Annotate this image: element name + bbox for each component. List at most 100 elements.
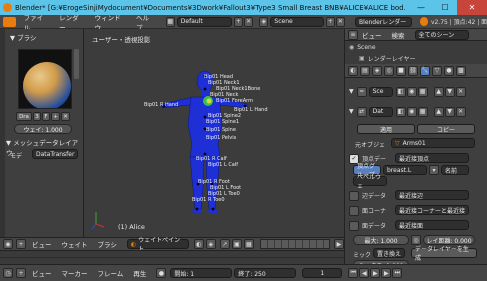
vertex-group-selector[interactable]: breast.L [383,165,427,175]
timeline-view-menu[interactable]: ビュー [32,268,52,278]
pivot-point-icon[interactable]: ◈ [205,239,216,249]
corner-data-row[interactable]: 面コーナ [349,205,386,216]
brush-name-field[interactable]: Dra [16,112,32,121]
face-mask-icon[interactable]: ▣ [231,239,242,249]
modifier-down-icon[interactable]: ▼ [444,86,455,97]
layers-tab-icon[interactable]: ▤ [360,65,370,76]
source-object-field[interactable]: ▽ Arms01 [391,138,475,148]
modifier-camera-icon[interactable]: ◧ [395,106,406,117]
viewport-weight-menu[interactable]: ウェイト [62,239,88,249]
layout-selector[interactable]: Default [176,16,232,27]
viewport-editor-icon[interactable]: ◉ [3,239,13,249]
vertex-group-arrow-icon[interactable]: ▾ [429,165,439,175]
data-tab-icon[interactable]: ▽ [432,65,442,76]
world-tab-icon[interactable]: ◎ [384,65,394,76]
start-frame-field[interactable]: 開始: 1 [170,268,233,278]
brush-remove-button[interactable]: ✕ [61,112,70,121]
outliner-layer-row[interactable]: ▣ レンダーレイヤー [359,54,416,63]
current-frame-field[interactable]: 1 [302,268,343,278]
scene-remove-button[interactable]: ✕ [335,16,346,27]
close-button[interactable]: ✕ [457,0,487,15]
apply-button[interactable]: 適用 [357,124,415,134]
scene-selector[interactable]: Scene [270,16,324,27]
modifier-eye-icon[interactable]: ◉ [406,86,417,97]
next-keyframe-icon[interactable]: ▶ [381,268,392,278]
generate-data-layers-button[interactable]: データレイヤーを生成 [411,246,477,262]
vertex-mapping-selector[interactable]: 最近接頂点 [395,153,469,163]
constraints-tab-icon[interactable]: ⛓ [408,65,418,76]
modifiers-tab-icon[interactable]: 🔧 [420,65,430,76]
modifier-name-field[interactable]: Sce [368,86,393,97]
timeline-frame-menu[interactable]: フレーム [98,268,124,278]
material-tab-icon[interactable]: ● [444,65,454,76]
jump-end-icon[interactable]: ⏭ [392,268,403,278]
brush-users-count[interactable]: 3 [33,112,41,121]
modifier-up-icon[interactable]: ▲ [433,86,444,97]
brush-preview-scrollbar[interactable] [74,49,79,79]
mode-selector[interactable]: DataTransfer [32,149,78,159]
viewport-shading-icon[interactable]: ◐ [193,239,204,249]
vertex-mask-icon[interactable]: ▦ [243,239,254,249]
timeline-ruler[interactable] [0,250,344,264]
outliner-editor-icon[interactable]: ≡ [348,29,358,40]
bevel-weight-tab[interactable]: ベベルウェ [353,174,387,190]
modifier-close-icon[interactable]: ✕ [455,86,466,97]
outliner-filter-selector[interactable]: 全てのシーン [414,29,469,40]
modifier-editmode-icon[interactable]: ▦ [417,106,428,117]
scene-add-button[interactable]: + [325,16,335,27]
face-data-checkbox[interactable] [349,220,359,231]
character-mesh[interactable] [84,29,344,237]
texture-tab-icon[interactable]: ▩ [456,65,466,76]
render-preview-icon[interactable]: ▶ [333,239,344,249]
brush-fake-user-button[interactable]: F [42,112,50,121]
viewport-brush-menu[interactable]: ブラシ [98,239,117,249]
modifier-row-2[interactable]: ▼ ⇄ Dat ◧ ◉ ▦ ▲ ▼ ✕ [349,106,485,117]
weight-slider[interactable]: ウェイ: 1.000 [14,124,72,134]
layout-remove-button[interactable]: ✕ [243,16,254,27]
viewport-view-menu[interactable]: ビュー [32,239,52,249]
modifier-row-1[interactable]: ▼ ≈ Sce ◧ ◉ ▦ ▲ ▼ ✕ [349,86,485,97]
modifier-editmode-icon[interactable]: ▦ [417,86,428,97]
maximize-button[interactable]: ☐ [433,0,457,15]
mix-mode-selector[interactable]: 置き換え [373,248,405,258]
play-icon[interactable]: ▶ [370,268,381,278]
timeline-collapse-icon[interactable]: + [16,268,26,278]
info-editor-icon[interactable] [3,16,16,27]
layer-buttons[interactable] [259,239,330,249]
3d-viewport[interactable]: ユーザー・透視投影 Bip01 Head Bip01 Neck1 Bip01 N… [84,29,344,237]
timeline-playback-menu[interactable]: 再生 [133,268,146,278]
outliner-view-menu[interactable]: ビュー [362,30,382,40]
minimize-button[interactable]: — [409,0,433,15]
face-data-row[interactable]: 面データ [349,220,386,231]
scene-tab-icon[interactable]: ◈ [372,65,382,76]
copy-button[interactable]: コピー [417,124,475,134]
brush-panel-header[interactable]: ▼ ブラシ [10,32,36,42]
modifier-down-icon[interactable]: ▼ [444,106,455,117]
modifier-eye-icon[interactable]: ◉ [406,106,417,117]
modifier-close-icon[interactable]: ✕ [455,106,466,117]
modifier-name-field[interactable]: Dat [368,106,393,117]
edge-data-checkbox[interactable] [349,190,359,201]
brush-add-button[interactable]: + [51,112,60,121]
face-mapping-selector[interactable]: 最近接面 [395,220,469,230]
prev-keyframe-icon[interactable]: ◀ [359,268,370,278]
edge-data-row[interactable]: 辺データ [349,190,386,201]
corner-mapping-selector[interactable]: 最近接コーナーと最近接 [395,205,469,215]
manipulator-icon[interactable]: ↗ [219,239,230,249]
modifier-up-icon[interactable]: ▲ [433,106,444,117]
end-frame-field[interactable]: 終了: 250 [234,268,297,278]
edge-mapping-selector[interactable]: 最近接辺 [395,190,469,200]
scene-icon[interactable]: ◈ [259,16,269,27]
corner-data-checkbox[interactable] [349,205,359,216]
render-tab-icon[interactable]: ◐ [348,65,358,76]
object-tab-icon[interactable]: ■ [396,65,406,76]
render-engine-selector[interactable]: Blenderレンダー [355,16,412,27]
outliner-search-menu[interactable]: 検索 [392,30,405,40]
outliner-scene-row[interactable]: ◉ Scene [349,44,376,51]
modifier-camera-icon[interactable]: ◧ [395,86,406,97]
max-distance-slider[interactable]: 最大: 1.000 [353,235,409,245]
interaction-mode-selector[interactable]: ◐ウェイトペイント [126,237,189,253]
header-collapse-icon[interactable]: + [16,239,26,249]
name-mode-selector[interactable]: 名前 [441,165,469,175]
jump-start-icon[interactable]: ⏮ [348,268,359,278]
